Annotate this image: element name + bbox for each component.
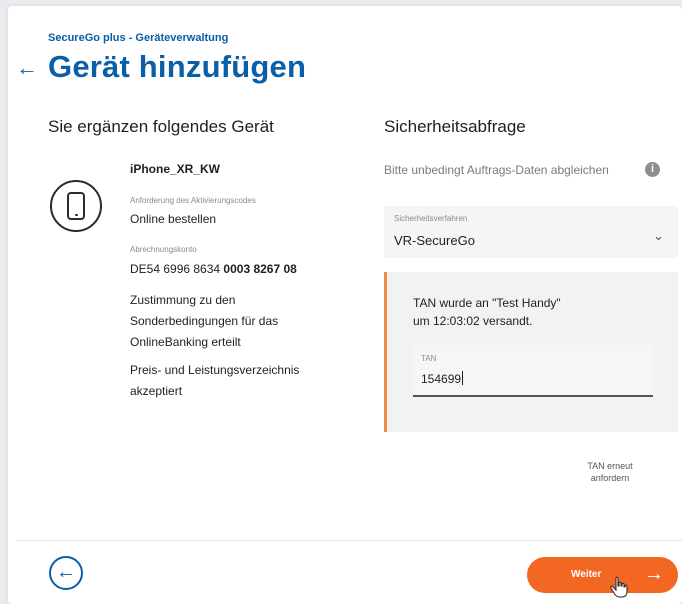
tan-value: 154699 bbox=[421, 371, 464, 386]
account-value: DE54 6996 8634 0003 8267 08 bbox=[130, 262, 297, 276]
select-value: VR-SecureGo bbox=[394, 233, 475, 248]
tan-message: TAN wurde an "Test Handy" um 12:03:02 ve… bbox=[413, 296, 561, 328]
tan-input[interactable]: TAN 154699 bbox=[413, 345, 653, 397]
hand-cursor-icon bbox=[610, 576, 628, 598]
tan-label: TAN bbox=[421, 354, 437, 363]
security-method-select[interactable]: Sicherheitsverfahren VR-SecureGo ⌄ bbox=[384, 206, 678, 258]
device-section-heading: Sie ergänzen folgendes Gerät bbox=[48, 117, 274, 136]
breadcrumb: SecureGo plus - Geräteverwaltung bbox=[48, 32, 229, 44]
tan-panel: TAN wurde an "Test Handy" um 12:03:02 ve… bbox=[384, 272, 678, 432]
resend-tan-link[interactable]: TAN erneut anfordern bbox=[570, 460, 650, 484]
arrow-left-circle-icon[interactable]: ← bbox=[49, 556, 83, 590]
smartphone-icon bbox=[50, 180, 102, 232]
verification-hint: Bitte unbedingt Auftrags-Daten abgleiche… bbox=[384, 163, 609, 177]
next-button-label: Weiter bbox=[571, 569, 602, 580]
activation-label: Anforderung des Aktivierungscodes bbox=[130, 196, 256, 205]
pricing-text: Preis- und Leistungsverzeichnis akzeptie… bbox=[130, 363, 300, 398]
activation-value: Online bestellen bbox=[130, 212, 217, 226]
arrow-right-icon: → bbox=[644, 563, 664, 585]
page-title: Gerät hinzufügen bbox=[48, 49, 307, 84]
account-label: Abrechnungskonto bbox=[130, 245, 197, 254]
next-button[interactable]: Weiter → bbox=[527, 557, 678, 593]
security-section-heading: Sicherheitsabfrage bbox=[384, 117, 526, 136]
select-label: Sicherheitsverfahren bbox=[394, 214, 468, 223]
info-icon[interactable]: i bbox=[645, 162, 660, 177]
footer-divider bbox=[16, 540, 682, 541]
consent-text: Zustimmung zu den Sonderbedingungen für … bbox=[130, 293, 279, 349]
device-name: iPhone_XR_KW bbox=[130, 162, 221, 176]
chevron-down-icon: ⌄ bbox=[653, 228, 664, 243]
back-arrow-icon[interactable]: ← bbox=[16, 54, 38, 82]
